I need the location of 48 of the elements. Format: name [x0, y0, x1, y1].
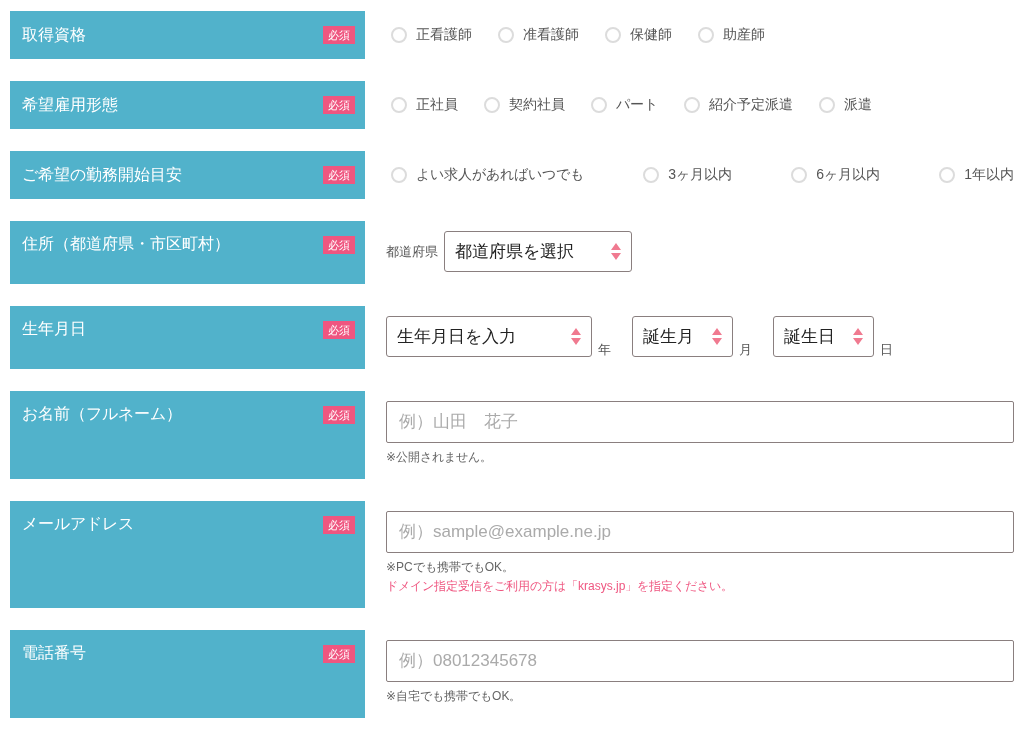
- radio-option[interactable]: 1年以内: [939, 166, 1014, 184]
- prefecture-label: 都道府県: [386, 242, 438, 261]
- up-down-arrow-icon: [611, 243, 621, 260]
- date-select[interactable]: 誕生日: [773, 316, 874, 357]
- field-label: ご希望の勤務開始目安: [22, 165, 182, 185]
- radio-option[interactable]: よい求人があればいつでも: [391, 166, 584, 184]
- up-down-arrow-icon: [571, 328, 581, 345]
- text-input-field[interactable]: 例）08012345678: [386, 640, 1014, 682]
- radio-option[interactable]: パート: [591, 96, 658, 114]
- field-note: ※公開されません。: [386, 449, 494, 466]
- date-select[interactable]: 誕生月: [632, 316, 733, 357]
- up-down-arrow-icon: [853, 328, 863, 345]
- required-badge: 必須: [323, 26, 355, 44]
- field-label: 希望雇用形態: [22, 95, 118, 115]
- required-badge: 必須: [323, 236, 355, 254]
- field-label: 取得資格: [22, 25, 86, 45]
- text-input-field[interactable]: 例）sample@example.ne.jp: [386, 511, 1014, 553]
- date-unit: 月: [739, 343, 752, 357]
- radio-option[interactable]: 紹介予定派遣: [684, 96, 793, 114]
- prefecture-select[interactable]: 都道府県を選択: [444, 231, 632, 272]
- radio-option[interactable]: 正看護師: [391, 26, 472, 44]
- field-note: ※自宅でも携帯でもOK。: [386, 688, 523, 705]
- warning-note: ドメイン指定受信をご利用の方は「krasys.jp」を指定ください。: [386, 578, 735, 595]
- radio-option[interactable]: 保健師: [605, 26, 672, 44]
- date-unit: 日: [880, 343, 893, 357]
- up-down-arrow-icon: [712, 328, 722, 345]
- field-label: メールアドレス: [22, 514, 134, 534]
- radio-option[interactable]: 正社員: [391, 96, 458, 114]
- date-select[interactable]: 生年月日を入力: [386, 316, 592, 357]
- radio-option[interactable]: 派遣: [819, 96, 872, 114]
- radio-option[interactable]: 3ヶ月以内: [643, 166, 732, 184]
- required-badge: 必須: [323, 406, 355, 424]
- date-unit: 年: [598, 343, 611, 357]
- radio-option[interactable]: 契約社員: [484, 96, 565, 114]
- required-badge: 必須: [323, 166, 355, 184]
- field-label: 生年月日: [22, 319, 86, 339]
- required-badge: 必須: [323, 645, 355, 663]
- text-input-field[interactable]: 例）山田 花子: [386, 401, 1014, 443]
- required-badge: 必須: [323, 96, 355, 114]
- field-label: 住所（都道府県・市区町村）: [22, 234, 230, 254]
- required-badge: 必須: [323, 321, 355, 339]
- radio-option[interactable]: 准看護師: [498, 26, 579, 44]
- field-label: 電話番号: [22, 643, 86, 663]
- radio-option[interactable]: 6ヶ月以内: [791, 166, 880, 184]
- required-badge: 必須: [323, 516, 355, 534]
- radio-option[interactable]: 助産師: [698, 26, 765, 44]
- field-note: ※PCでも携帯でもOK。: [386, 559, 516, 576]
- field-label: お名前（フルネーム）: [22, 404, 182, 424]
